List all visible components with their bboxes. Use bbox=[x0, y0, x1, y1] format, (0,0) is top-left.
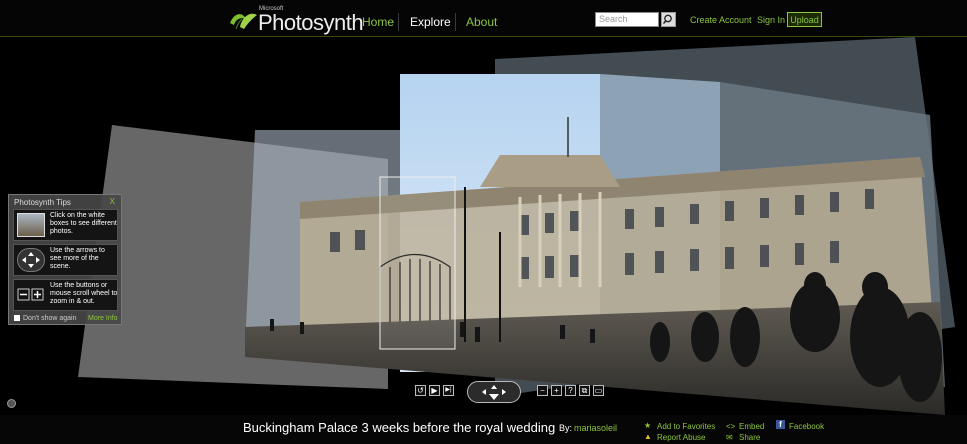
checkbox-icon[interactable] bbox=[14, 315, 20, 322]
nav-divider bbox=[455, 13, 456, 31]
nav-about[interactable]: About bbox=[466, 15, 497, 29]
facebook-icon: f bbox=[776, 420, 785, 429]
warning-icon: ▲ bbox=[644, 432, 652, 441]
star-icon: ★ bbox=[644, 421, 652, 430]
leaf-icon bbox=[230, 13, 257, 30]
search-button[interactable] bbox=[661, 12, 676, 27]
photo-stack-canvas[interactable] bbox=[0, 37, 967, 415]
step-button[interactable]: ▶| bbox=[443, 385, 454, 396]
zoom-buttons-icon bbox=[17, 283, 45, 307]
arrows-icon bbox=[482, 385, 506, 400]
photo-thumbnail-icon bbox=[17, 213, 45, 237]
sign-in-link[interactable]: Sign In bbox=[757, 15, 785, 25]
tip-text: Use the arrows to see more of the scene. bbox=[50, 247, 105, 270]
fullscreen-button[interactable]: ▭ bbox=[593, 385, 604, 396]
tips-close-button[interactable]: X bbox=[110, 197, 115, 206]
nav-explore[interactable]: Explore bbox=[410, 15, 451, 29]
play-button[interactable]: ▶ bbox=[429, 385, 440, 396]
more-info-link[interactable]: More Info bbox=[88, 315, 118, 322]
tip-text: Click on the white boxes to see differen… bbox=[50, 212, 117, 235]
photosynth-logo[interactable]: Microsoft Photosynth bbox=[228, 4, 364, 35]
tip-text: Use the buttons or mouse scroll wheel to… bbox=[50, 282, 118, 305]
dont-show-again-checkbox[interactable]: Don't show again bbox=[14, 315, 76, 322]
share-link[interactable]: Share bbox=[739, 433, 760, 442]
viewer-controls: ↺ ▶ ▶| − + ? ⧉ ▭ bbox=[415, 381, 625, 403]
rotate-button[interactable]: ↺ bbox=[415, 385, 426, 396]
nav-home[interactable]: Home bbox=[362, 15, 394, 29]
author-link[interactable]: mariasoleil bbox=[574, 423, 617, 433]
synth-title: Buckingham Palace 3 weeks before the roy… bbox=[243, 420, 556, 435]
navigation-pad[interactable] bbox=[467, 381, 521, 403]
settings-icon[interactable] bbox=[7, 399, 16, 408]
nav-divider bbox=[398, 13, 399, 31]
tips-title: Photosynth Tips bbox=[14, 198, 71, 207]
add-to-favorites-link[interactable]: Add to Favorites bbox=[657, 422, 715, 431]
facebook-link[interactable]: Facebook bbox=[789, 422, 824, 431]
search-icon bbox=[662, 14, 672, 25]
photo-selection-frame[interactable] bbox=[379, 176, 456, 350]
zoom-out-button[interactable]: − bbox=[537, 385, 548, 396]
zoom-in-button[interactable]: + bbox=[551, 385, 562, 396]
by-label: By: bbox=[559, 423, 573, 433]
logo-wordmark: Photosynth bbox=[258, 10, 364, 35]
search-input[interactable]: Search bbox=[595, 12, 659, 27]
embed-icon: <> bbox=[726, 422, 736, 431]
synth-info-bar: Buckingham Palace 3 weeks before the roy… bbox=[0, 415, 967, 444]
tip-zoom: Use the buttons or mouse scroll wheel to… bbox=[13, 279, 118, 311]
navigation-arrows-icon bbox=[17, 248, 45, 272]
embed-link[interactable]: Embed bbox=[739, 422, 764, 431]
mail-icon: ✉ bbox=[726, 433, 733, 442]
top-bar: Microsoft Photosynth Home Explore About … bbox=[0, 0, 967, 37]
synth-viewer[interactable]: Photosynth Tips X Click on the white box… bbox=[0, 37, 967, 415]
tip-arrows: Use the arrows to see more of the scene. bbox=[13, 244, 118, 276]
tip-click-boxes: Click on the white boxes to see differen… bbox=[13, 209, 118, 241]
photosynth-tips-panel: Photosynth Tips X Click on the white box… bbox=[8, 194, 122, 325]
report-abuse-link[interactable]: Report Abuse bbox=[657, 433, 705, 442]
photosynth-app: Microsoft Photosynth Home Explore About … bbox=[0, 0, 967, 444]
help-button[interactable]: ? bbox=[565, 385, 576, 396]
create-account-link[interactable]: Create Account bbox=[690, 15, 752, 25]
upload-button[interactable]: Upload bbox=[787, 12, 822, 27]
overhead-view-button[interactable]: ⧉ bbox=[579, 385, 590, 396]
dont-show-label: Don't show again bbox=[23, 315, 77, 322]
